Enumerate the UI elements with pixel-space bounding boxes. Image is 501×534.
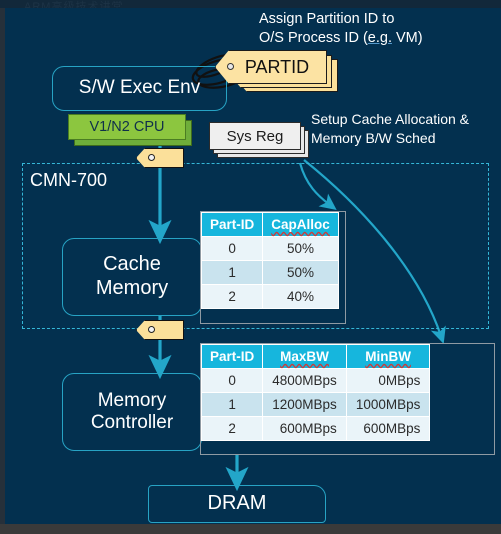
slide-canvas: ARM高级技术讲堂 Assign Partition ID to O/S Pro… (0, 0, 501, 534)
partid-tag-stack[interactable]: PARTID (215, 50, 345, 96)
cell-part-id: 0 (200, 236, 264, 261)
dram-label: DRAM (207, 492, 267, 515)
cell-maxbw: 4800MBps (262, 368, 347, 393)
col-minbw: MinBW (345, 344, 431, 369)
cell-maxbw: 1200MBps (262, 392, 347, 417)
cropped-header-text: ARM高级技术讲堂 (24, 1, 124, 8)
sw-exec-env-box[interactable]: S/W Exec Env (52, 66, 227, 111)
cell-capalloc: 50% (262, 260, 339, 285)
slide-bottom-edge (0, 524, 501, 534)
table-header-row: Part-ID MaxBW MinBW (200, 344, 431, 369)
callout-assign-text-eg: e.g. (367, 30, 392, 46)
partid-pin-tag-cpu-hole-icon (148, 154, 155, 161)
cell-minbw: 1000MBps (345, 392, 431, 417)
cell-part-id: 0 (200, 368, 264, 393)
partid-tag-hole-icon (227, 63, 234, 70)
col-part-id: Part-ID (200, 212, 264, 237)
memory-controller-label-line1: Memory (97, 389, 167, 411)
memory-controller-box[interactable]: Memory Controller (62, 373, 202, 451)
col-part-id: Part-ID (200, 344, 264, 369)
col-maxbw: MaxBW (262, 344, 347, 369)
cell-part-id: 2 (200, 284, 264, 309)
cpu-label: V1/N2 CPU (89, 119, 165, 135)
partid-pin-tag-memctrl[interactable] (136, 320, 184, 340)
table-row[interactable]: 2 40% (200, 284, 339, 309)
callout-setup-cache-line2: Memory B/W Sched (311, 130, 436, 146)
table-row[interactable]: 1 50% (200, 260, 339, 285)
cpu-chip-front[interactable]: V1/N2 CPU (68, 114, 186, 140)
cell-maxbw: 600MBps (262, 416, 347, 441)
cache-memory-label-line1: Cache (103, 253, 161, 276)
cache-allocation-table[interactable]: Part-ID CapAlloc 0 50% 1 50% 2 40% (200, 212, 339, 309)
sys-reg-label: Sys Reg (226, 127, 284, 145)
cmn-700-label: CMN-700 (30, 170, 108, 190)
table-row[interactable]: 0 4800MBps 0MBps (200, 368, 431, 393)
callout-assign-text-c: VM) (391, 30, 423, 46)
table-row[interactable]: 0 50% (200, 236, 339, 261)
cell-minbw: 0MBps (345, 368, 431, 393)
callout-assign-partition-line1: Assign Partition ID to (259, 11, 395, 27)
sys-reg-front[interactable]: Sys Reg (209, 122, 301, 150)
memory-controller-label-line2: Controller (90, 412, 174, 433)
cell-part-id: 1 (200, 260, 264, 285)
partid-pin-tag-cpu[interactable] (136, 148, 184, 168)
callout-assign-partition-line2: O/S Process ID (e.g. VM) (259, 29, 423, 48)
cell-part-id: 1 (200, 392, 264, 417)
cell-minbw: 600MBps (345, 416, 431, 441)
cache-memory-label-line2: Memory (95, 277, 169, 299)
callout-setup-cache-line1: Setup Cache Allocation & (311, 111, 469, 127)
table-row[interactable]: 2 600MBps 600MBps (200, 416, 431, 441)
cell-capalloc: 50% (262, 236, 339, 261)
cpu-chip[interactable]: V1/N2 CPU (68, 114, 192, 148)
sw-exec-env-label: S/W Exec Env (78, 77, 201, 99)
col-capalloc: CapAlloc (262, 212, 339, 237)
table-row[interactable]: 1 1200MBps 1000MBps (200, 392, 431, 417)
callout-assign-text-a: O/S Process ID ( (259, 30, 368, 46)
dram-box[interactable]: DRAM (148, 485, 326, 523)
bandwidth-table[interactable]: Part-ID MaxBW MinBW 0 4800MBps 0MBps 1 1… (200, 344, 431, 441)
partid-pin-tag-memctrl-hole-icon (148, 326, 155, 333)
slide-left-edge (0, 8, 5, 524)
sys-reg-stack[interactable]: Sys Reg (209, 122, 317, 164)
cell-part-id: 2 (200, 416, 264, 441)
cache-memory-box[interactable]: Cache Memory (62, 238, 202, 316)
cell-capalloc: 40% (262, 284, 339, 309)
partid-label: PARTID (244, 56, 310, 77)
table-header-row: Part-ID CapAlloc (200, 212, 339, 237)
